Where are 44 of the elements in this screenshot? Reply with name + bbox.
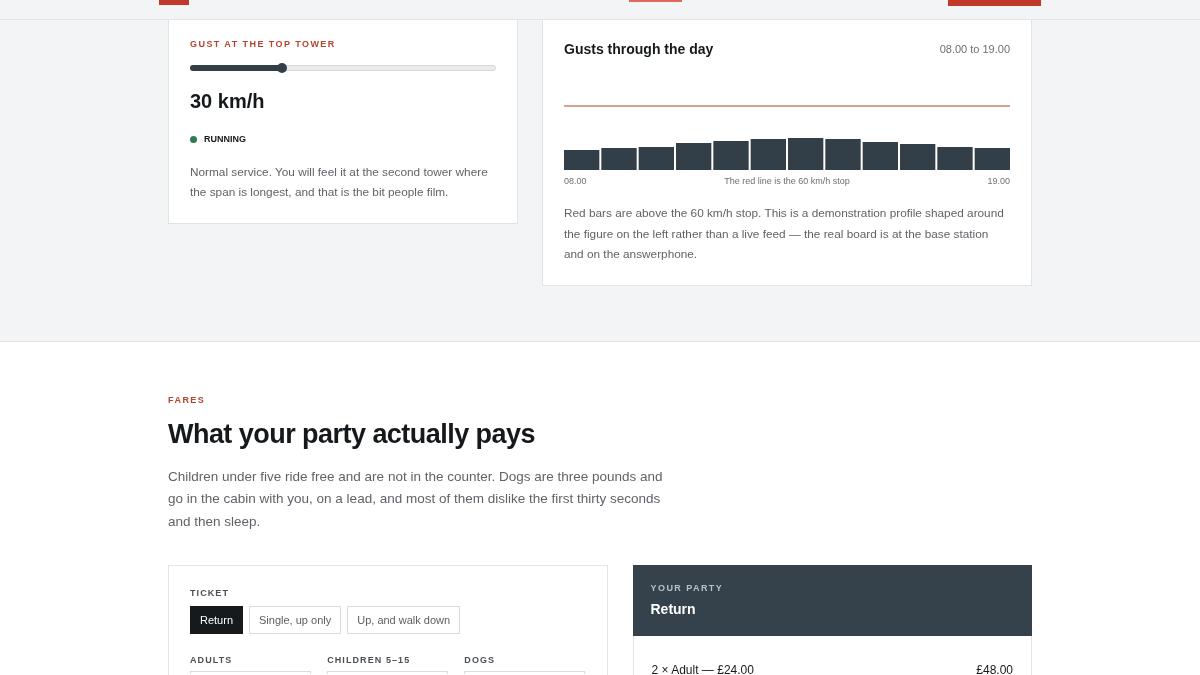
party-label: YOUR PARTY xyxy=(650,582,725,594)
gust-bar xyxy=(750,139,786,170)
ticket-option[interactable]: Up, and walk down xyxy=(347,606,461,634)
gust-bar xyxy=(564,150,600,170)
ticket-option[interactable]: Return xyxy=(190,606,244,634)
axis-start-label: 08.00 xyxy=(564,175,587,187)
line-amount: £48.00 xyxy=(976,662,1013,675)
gust-bar xyxy=(825,139,861,170)
gust-reading: 30 km/h xyxy=(190,89,266,113)
chart-title: Gusts through the day xyxy=(564,40,714,59)
ticket-label: TICKET xyxy=(190,587,230,599)
gust-bar xyxy=(601,148,637,170)
gust-bar xyxy=(788,138,824,170)
counter-field[interactable] xyxy=(327,671,449,674)
header-button[interactable] xyxy=(948,0,1041,6)
gust-bar xyxy=(862,142,898,170)
logo-icon[interactable] xyxy=(159,0,189,5)
chart-note: Red bars are above the 60 km/h stop. This is a demonstration profile shaped around the figure on the left rather than a live feed — the real board is at the base station and on the answerphone. xyxy=(564,205,1005,263)
service-note: Normal service. You will feel it at the second tower where the span is longest, and that is the bit people film. xyxy=(190,164,489,201)
gust-bar xyxy=(974,148,1010,170)
ticket-option[interactable]: Single, up only xyxy=(249,606,342,634)
section-intro: Children under five ride free and are not in the counter. Dogs are three pounds and go in the cabin with you, on a lead, and most of them dislike the first thirty seconds and then sleep. xyxy=(168,467,664,531)
section-heading: What your party actually pays xyxy=(168,417,536,450)
counter-field[interactable] xyxy=(464,671,586,674)
counter-label: DOGS xyxy=(464,654,497,666)
gust-bar xyxy=(900,144,936,170)
slider-thumb[interactable] xyxy=(276,63,287,73)
counter-label: ADULTS xyxy=(190,654,234,666)
status-label: RUNNING xyxy=(204,133,246,145)
counter-field[interactable] xyxy=(190,671,312,674)
counter-label: CHILDREN 5–15 xyxy=(327,654,412,666)
gust-bar xyxy=(713,141,749,170)
gust-slider[interactable] xyxy=(190,63,496,73)
gust-bar xyxy=(937,147,973,170)
chart-range: 08.00 to 19.00 xyxy=(939,42,1010,57)
section-eyebrow: FARES xyxy=(168,393,207,406)
line-item: 2 × Adult — £24.00 xyxy=(651,662,754,675)
gust-bar xyxy=(638,147,674,170)
nav-underline xyxy=(629,0,682,2)
axis-end-label: 19.00 xyxy=(987,175,1010,187)
gust-bar xyxy=(676,143,712,170)
party-ticket: Return xyxy=(650,600,697,618)
card-label: GUST AT THE TOP TOWER xyxy=(190,38,337,50)
chart-caption: The red line is the 60 km/h stop xyxy=(724,175,850,187)
